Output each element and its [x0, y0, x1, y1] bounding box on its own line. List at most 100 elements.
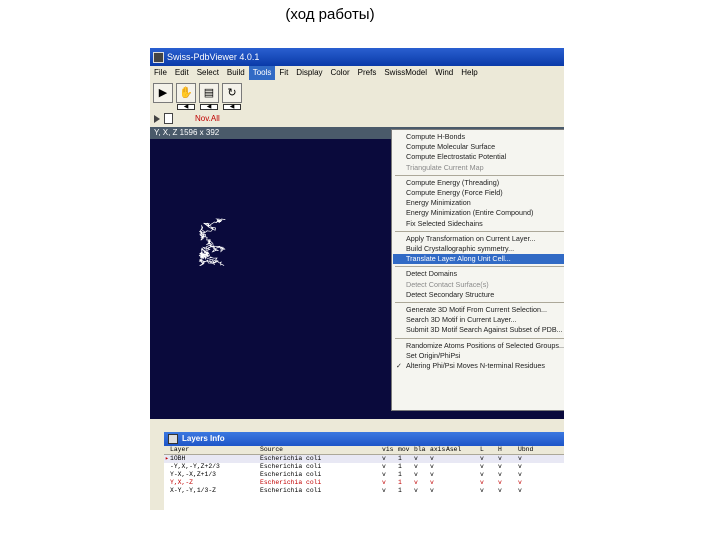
zoom-button[interactable]: ▤: [199, 83, 219, 103]
menu-item[interactable]: Triangulate Current Map: [393, 163, 564, 173]
menu-select[interactable]: Select: [193, 66, 223, 80]
table-cell: v: [430, 479, 434, 486]
column-header: vis: [382, 446, 394, 453]
arrow-left-icon-2[interactable]: ◀: [200, 104, 218, 110]
menu-item[interactable]: Build Crystallographic symmetry...: [393, 244, 564, 254]
menu-file[interactable]: File: [150, 66, 171, 80]
table-cell: v: [498, 463, 502, 470]
table-row[interactable]: X-Y,-Y,1/3-Z Escherichia coli v 1 v v v v v: [164, 487, 564, 495]
table-cell: 1: [398, 455, 402, 462]
menu-item-label: Triangulate Current Map: [406, 162, 484, 172]
play-icon[interactable]: [154, 114, 160, 123]
column-header: mov: [398, 446, 410, 453]
menu-item[interactable]: Generate 3D Motif From Current Selection…: [393, 305, 564, 315]
menu-item[interactable]: Set Origin/PhiPsi▶: [393, 351, 564, 361]
menu-prefs[interactable]: Prefs: [354, 66, 381, 80]
menu-item[interactable]: Detect Secondary Structure: [393, 290, 564, 300]
menu-item[interactable]: Energy Minimization (Entire Compound): [393, 208, 564, 218]
rotate-button[interactable]: ↻: [222, 83, 242, 103]
menu-item[interactable]: Submit 3D Motif Search Against Subset of…: [393, 325, 564, 335]
table-cell: 1: [398, 471, 402, 478]
column-header: bla: [414, 446, 426, 453]
table-cell: v: [480, 479, 484, 486]
table-cell: Y,X,-Z: [170, 479, 194, 486]
menu-item[interactable]: Apply Transformation on Current Layer...: [393, 234, 564, 244]
menu-tools[interactable]: Tools: [248, 66, 276, 80]
menu-item[interactable]: Fix Selected Sidechains▶: [393, 219, 564, 229]
menu-item[interactable]: Compute Electrostatic Potential: [393, 152, 564, 162]
menu-item[interactable]: Compute Molecular Surface: [393, 142, 564, 152]
center-molecule-button[interactable]: ▶: [153, 83, 173, 103]
column-header: Ubnd: [518, 446, 534, 453]
menu-item-label: Energy Minimization (Entire Compound): [406, 208, 534, 218]
table-cell: v: [382, 479, 386, 486]
app-title: Swiss-PdbViewer 4.0.1: [167, 52, 260, 62]
table-cell: v: [480, 471, 484, 478]
menu-item[interactable]: Altering Phi/Psi Moves N-terminal Residu…: [393, 361, 564, 371]
menu-swissmodel[interactable]: SwissModel: [380, 66, 431, 80]
move-hand-button[interactable]: ✋: [176, 83, 196, 103]
toolbar: ▶ ✋ ▤ ↻ ◀ ◀ ◀ Nov.All: [150, 80, 564, 129]
table-cell: v: [498, 455, 502, 462]
table-row[interactable]: Y,X,-Z Escherichia coli v 1 v v v v v: [164, 479, 564, 487]
layers-info-title: Layers Info: [182, 434, 225, 443]
window-icon: [168, 433, 178, 444]
menu-item[interactable]: Energy MinimizationCtrl+M: [393, 198, 564, 208]
table-cell: v: [430, 487, 434, 494]
menu-item[interactable]: Search 3D Motif in Current Layer...: [393, 315, 564, 325]
table-cell: v: [414, 487, 418, 494]
menu-item-label: Energy Minimization: [406, 198, 471, 208]
table-cell: 1: [398, 487, 402, 494]
column-header: Source: [260, 446, 284, 453]
menu-separator: [395, 337, 564, 339]
app-icon: [153, 52, 164, 64]
table-cell: v: [414, 455, 418, 462]
menu-edit[interactable]: Edit: [171, 66, 193, 80]
table-row[interactable]: Y-X,-X,Z+1/3 Escherichia coli v 1 v v v v v: [164, 471, 564, 479]
menu-item-label: Build Crystallographic symmetry...: [406, 244, 515, 253]
layer-select-label[interactable]: Nov.All: [195, 114, 220, 123]
column-header: Asel: [446, 446, 462, 453]
table-cell: v: [480, 455, 484, 462]
layers-info-table: Layer Source vis mov bla axis Asel L H Ubnd 1OBH Es…: [164, 446, 564, 510]
arrow-left-icon-3[interactable]: ◀: [223, 104, 241, 110]
table-cell: v: [480, 463, 484, 470]
menu-help[interactable]: Help: [457, 66, 481, 80]
table-cell: Escherichia coli: [260, 463, 322, 470]
menu-item-label: Compute Molecular Surface: [406, 142, 496, 152]
menu-separator: [395, 230, 564, 232]
table-cell: v: [518, 479, 522, 486]
menu-item[interactable]: Compute Energy (Threading): [393, 178, 564, 188]
table-cell: v: [518, 487, 522, 494]
arrow-left-icon[interactable]: ◀: [177, 104, 195, 110]
menu-display[interactable]: Display: [292, 66, 326, 80]
menu-item-label: Submit 3D Motif Search Against Subset of…: [406, 325, 563, 335]
menu-item[interactable]: Detect Domains: [393, 269, 564, 279]
table-cell: v: [498, 479, 502, 486]
menu-item-label: Apply Transformation on Current Layer...: [406, 233, 536, 243]
table-row[interactable]: 1OBH Escherichia coli v 1 v v v v v ▸: [164, 455, 564, 463]
active-layer-pointer-icon: ▸: [165, 455, 169, 462]
column-header: L: [480, 446, 484, 453]
menu-color[interactable]: Color: [327, 66, 354, 80]
table-cell: Escherichia coli: [260, 455, 322, 462]
table-cell: 1: [398, 479, 402, 486]
menu-separator: [395, 174, 564, 176]
column-header: axis: [430, 446, 446, 453]
menu-fit[interactable]: Fit: [275, 66, 292, 80]
menu-item[interactable]: Detect Contact Surface(s): [393, 280, 564, 290]
menu-item[interactable]: Compute H-Bonds: [393, 132, 564, 142]
table-cell: v: [414, 463, 418, 470]
table-cell: v: [382, 463, 386, 470]
menu-wind[interactable]: Wind: [431, 66, 457, 80]
menu-build[interactable]: Build: [223, 66, 249, 80]
menu-item[interactable]: Translate Layer Along Unit Cell...: [393, 254, 564, 265]
menu-item-label: Detect Contact Surface(s): [406, 279, 489, 289]
table-row[interactable]: -Y,X,-Y,Z+2/3 Escherichia coli v 1 v v v v v: [164, 463, 564, 471]
menu-item[interactable]: Randomize Atoms Positions of Selected Gr…: [393, 341, 564, 351]
menu-item-label: Generate 3D Motif From Current Selection…: [406, 305, 548, 314]
menu-item-label: Altering Phi/Psi Moves N-terminal Residu…: [406, 361, 546, 370]
viewer-title: Y, X, Z 1596 x 392: [154, 128, 220, 137]
menu-item-label: Set Origin/PhiPsi: [406, 350, 461, 360]
menu-item[interactable]: Compute Energy (Force Field): [393, 188, 564, 198]
